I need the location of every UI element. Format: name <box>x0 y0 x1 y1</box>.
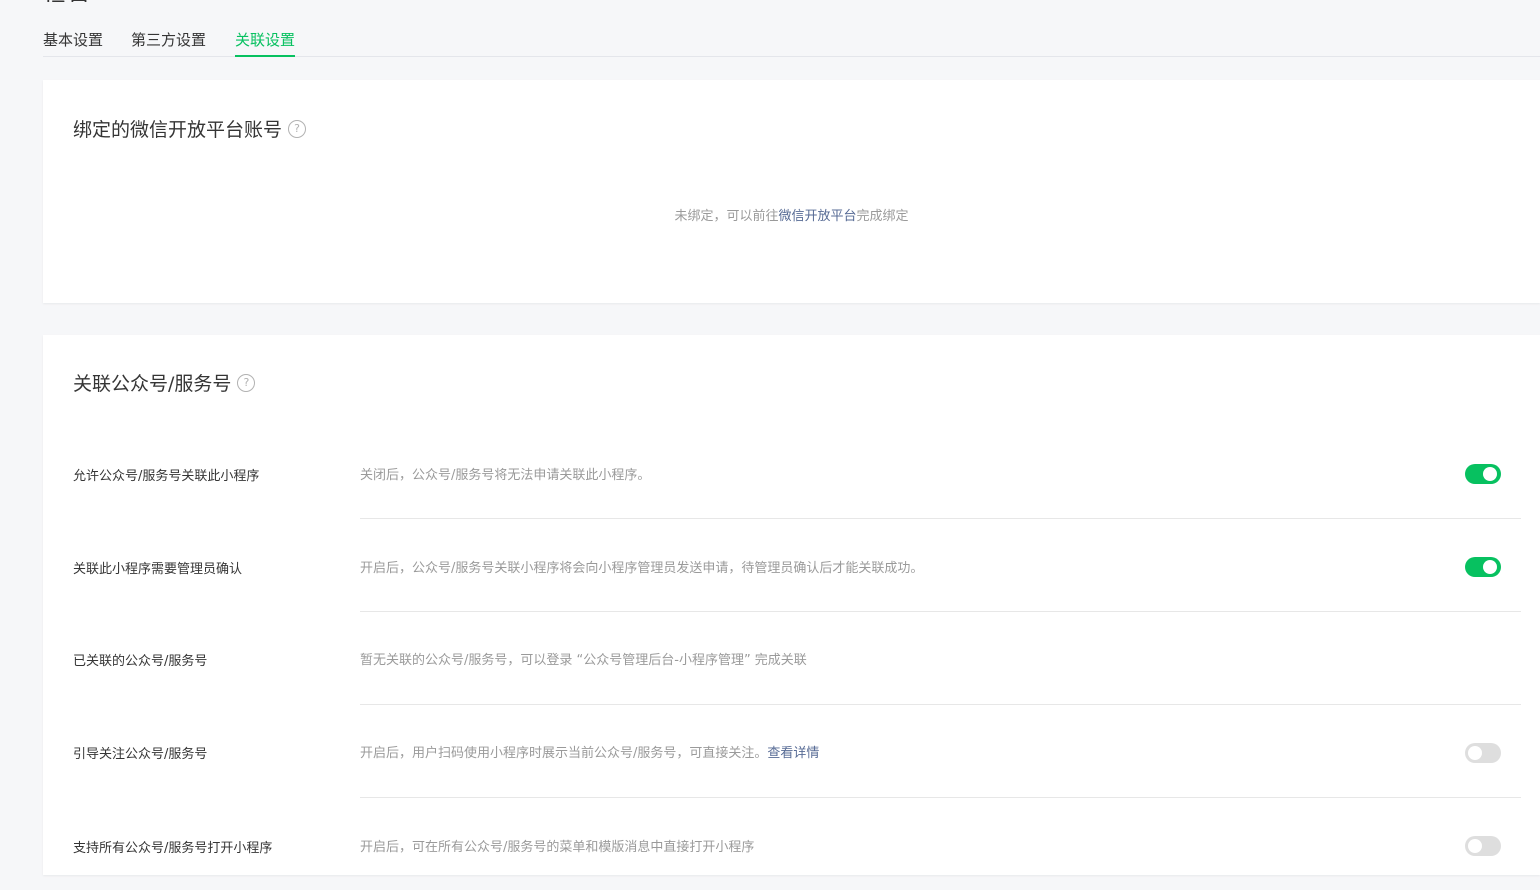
setting-label: 引导关注公众号/服务号 <box>73 747 208 762</box>
setting-label: 支持所有公众号/服务号打开小程序 <box>73 841 273 856</box>
setting-row-allow-link: 允许公众号/服务号关联此小程序 关闭后，公众号/服务号将无法申请关联此小程序。 <box>43 425 1540 519</box>
setting-description: 关闭后，公众号/服务号将无法申请关联此小程序。 <box>360 468 651 483</box>
setting-description: 开启后，可在所有公众号/服务号的菜单和模版消息中直接打开小程序 <box>360 840 755 855</box>
allow-link-toggle[interactable] <box>1465 464 1501 484</box>
open-platform-title-text: 绑定的微信开放平台账号 <box>73 119 283 141</box>
toggle-knob <box>1468 746 1482 760</box>
setting-description: 开启后，用户扫码使用小程序时展示当前公众号/服务号，可直接关注。查看详情 <box>360 742 819 761</box>
setting-label: 允许公众号/服务号关联此小程序 <box>73 469 260 484</box>
linked-accounts-title: 关联公众号/服务号 ? <box>73 369 256 396</box>
unbound-message-suffix: 完成绑定 <box>856 209 909 224</box>
unbound-message-prefix: 未绑定，可以前往 <box>674 209 779 224</box>
tab-bar: 基本设置 第三方设置 关联设置 <box>43 25 1540 57</box>
setting-label: 关联此小程序需要管理员确认 <box>73 562 243 577</box>
toggle-knob <box>1468 839 1482 853</box>
unbound-message: 未绑定，可以前往微信开放平台完成绑定 <box>43 205 1540 224</box>
help-icon[interactable]: ? <box>288 119 307 138</box>
open-platform-link[interactable]: 微信开放平台 <box>778 209 856 224</box>
tab-third-party-settings[interactable]: 第三方设置 <box>131 29 206 55</box>
help-icon[interactable]: ? <box>237 373 256 392</box>
setting-row-admin-confirm: 关联此小程序需要管理员确认 开启后，公众号/服务号关联小程序将会向小程序管理员发… <box>43 518 1540 612</box>
open-platform-card: 绑定的微信开放平台账号 ? 未绑定，可以前往微信开放平台完成绑定 <box>43 80 1540 303</box>
page-heading: 设置 <box>43 0 95 2</box>
toggle-knob <box>1483 467 1497 481</box>
view-details-link[interactable]: 查看详情 <box>767 746 819 761</box>
setting-row-linked-list: 已关联的公众号/服务号 暂无关联的公众号/服务号，可以登录 “公众号管理后台-小… <box>43 611 1540 705</box>
setting-row-open-from-all: 支持所有公众号/服务号打开小程序 开启后，可在所有公众号/服务号的菜单和模版消息… <box>43 797 1540 890</box>
guide-follow-toggle[interactable] <box>1465 743 1501 763</box>
linked-accounts-card: 关联公众号/服务号 ? 允许公众号/服务号关联此小程序 关闭后，公众号/服务号将… <box>43 335 1540 875</box>
tab-basic-settings[interactable]: 基本设置 <box>43 29 103 55</box>
setting-row-guide-follow: 引导关注公众号/服务号 开启后，用户扫码使用小程序时展示当前公众号/服务号，可直… <box>43 704 1540 798</box>
setting-description: 开启后，公众号/服务号关联小程序将会向小程序管理员发送申请，待管理员确认后才能关… <box>360 561 924 576</box>
setting-description: 暂无关联的公众号/服务号，可以登录 “公众号管理后台-小程序管理” 完成关联 <box>360 653 807 668</box>
tab-link-settings[interactable]: 关联设置 <box>235 29 296 57</box>
admin-confirm-toggle[interactable] <box>1465 557 1501 577</box>
setting-label: 已关联的公众号/服务号 <box>73 654 208 669</box>
open-platform-title: 绑定的微信开放平台账号 ? <box>73 115 307 142</box>
setting-description-text: 开启后，用户扫码使用小程序时展示当前公众号/服务号，可直接关注。 <box>360 746 768 761</box>
linked-accounts-title-text: 关联公众号/服务号 <box>73 373 232 395</box>
toggle-knob <box>1483 560 1497 574</box>
page-heading-text: 设置 <box>43 0 91 2</box>
open-from-all-toggle[interactable] <box>1465 836 1501 856</box>
